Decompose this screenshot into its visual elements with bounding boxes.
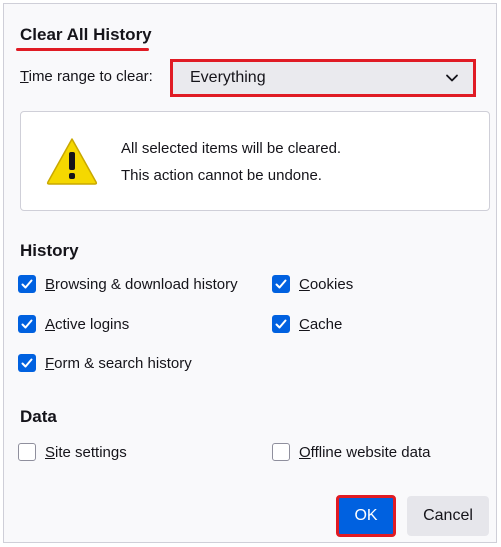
checkbox-unchecked-icon [272, 443, 290, 461]
time-range-label-accesskey: T [20, 68, 29, 85]
clear-history-dialog: Clear All History Time range to clear: E… [3, 3, 497, 543]
checkbox-active-logins[interactable]: Active logins [18, 315, 129, 333]
time-range-select[interactable]: Everything [170, 59, 476, 97]
checkbox-checked-icon [272, 315, 290, 333]
checkbox-checked-icon [18, 275, 36, 293]
checkbox-label: Offline website data [299, 443, 431, 461]
checkbox-form-search-history[interactable]: Form & search history [18, 354, 192, 372]
checkbox-checked-icon [18, 354, 36, 372]
checkbox-label: Browsing & download history [45, 275, 238, 293]
checkbox-label: Cache [299, 315, 343, 333]
checkbox-browsing-download-history[interactable]: Browsing & download history [18, 275, 238, 293]
warning-message-line-1: All selected items will be cleared. [121, 140, 342, 157]
checkbox-cache[interactable]: Cache [272, 315, 342, 333]
time-range-label: Time range to clear: [20, 68, 153, 85]
checkbox-label: Site settings [45, 443, 127, 461]
history-heading: History [20, 241, 79, 260]
checkbox-offline-website-data[interactable]: Offline website data [272, 443, 430, 461]
checkbox-checked-icon [272, 275, 290, 293]
data-heading: Data [20, 407, 57, 426]
warning-message-line-2: This action cannot be undone. [121, 167, 322, 184]
checkbox-cookies[interactable]: Cookies [272, 275, 353, 293]
chevron-down-icon [445, 71, 459, 85]
checkbox-unchecked-icon [18, 443, 36, 461]
warning-icon [45, 136, 99, 186]
checkbox-label: Form & search history [45, 354, 192, 372]
time-range-label-text: ime range to clear: [28, 68, 153, 85]
ok-button[interactable]: OK [336, 495, 396, 537]
checkbox-site-settings[interactable]: Site settings [18, 443, 127, 461]
cancel-button[interactable]: Cancel [407, 496, 489, 536]
checkbox-label: Active logins [45, 315, 130, 333]
time-range-selected-value: Everything [190, 69, 266, 86]
checkbox-checked-icon [18, 315, 36, 333]
title-highlight-underline [16, 48, 149, 51]
dialog-title: Clear All History [20, 25, 152, 44]
warning-message-box: All selected items will be cleared. This… [20, 111, 490, 211]
checkbox-label: Cookies [299, 275, 354, 293]
